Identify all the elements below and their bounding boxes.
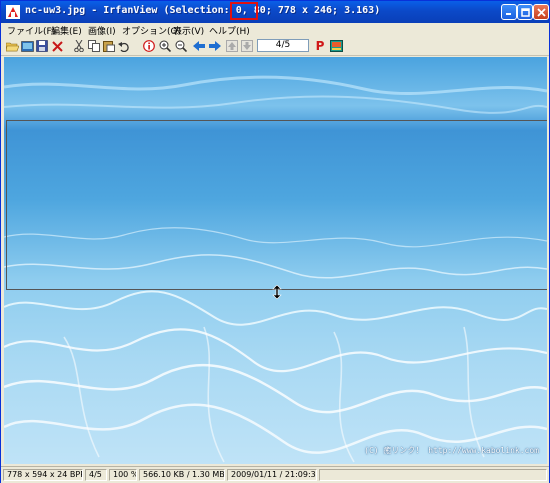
paint-icon[interactable] — [329, 39, 343, 53]
next-icon[interactable] — [208, 39, 222, 53]
first-icon[interactable] — [225, 39, 239, 53]
toolbar: 4/5 P — [1, 37, 549, 56]
menu-view[interactable]: 表示(V) — [173, 24, 204, 37]
cut-icon[interactable] — [72, 39, 86, 53]
image-watermark: (C) 癒リンク！ http://www.kabolink.com — [364, 446, 539, 455]
save-icon[interactable] — [35, 39, 49, 53]
print-icon[interactable]: P — [313, 39, 327, 53]
status-zoom: 100 % — [109, 469, 137, 481]
title-bar[interactable]: nc-uw3.jpg - IrfanView (Selection: 0, 80… — [1, 1, 549, 23]
info-icon[interactable] — [142, 39, 156, 53]
status-page: 4/5 — [85, 469, 107, 481]
maximize-button[interactable] — [517, 4, 533, 20]
open-folder-icon[interactable] — [5, 39, 19, 53]
irfanview-window: nc-uw3.jpg - IrfanView (Selection: 0, 80… — [0, 0, 550, 483]
undo-icon[interactable] — [117, 39, 131, 53]
menu-edit[interactable]: 編集(E) — [51, 24, 82, 37]
irfanview-app-icon[interactable] — [5, 4, 21, 20]
delete-icon[interactable] — [50, 39, 64, 53]
paste-icon[interactable] — [102, 39, 116, 53]
menu-bar: ファイル(F) 編集(E) 画像(I) オプション(O) 表示(V) ヘルプ(H… — [1, 23, 549, 37]
menu-file[interactable]: ファイル(F) — [7, 24, 55, 37]
status-empty-cell — [319, 469, 547, 481]
status-dimensions: 778 x 594 x 24 BPP — [3, 469, 83, 481]
selection-rectangle[interactable] — [6, 120, 547, 290]
last-icon[interactable] — [240, 39, 254, 53]
status-file-size: 566.10 KB / 1.30 MB — [139, 469, 225, 481]
minimize-button[interactable] — [501, 4, 517, 20]
status-bar: 778 x 594 x 24 BPP 4/5 100 % 566.10 KB /… — [1, 466, 549, 483]
zoom-in-icon[interactable] — [158, 39, 172, 53]
vertical-resize-cursor-icon — [272, 285, 282, 299]
selection-height-highlight — [230, 2, 258, 20]
close-button[interactable] — [533, 4, 549, 20]
menu-image[interactable]: 画像(I) — [88, 24, 116, 37]
menu-help[interactable]: ヘルプ(H) — [209, 24, 250, 37]
image-viewport[interactable]: (C) 癒リンク！ http://www.kabolink.com — [4, 57, 547, 464]
zoom-out-icon[interactable] — [174, 39, 188, 53]
previous-icon[interactable] — [192, 39, 206, 53]
window-title: nc-uw3.jpg - IrfanView (Selection: 0, 80… — [25, 5, 381, 16]
page-number-field[interactable]: 4/5 — [257, 39, 309, 52]
status-datetime: 2009/01/11 / 21:09:35 — [227, 469, 317, 481]
copy-icon[interactable] — [87, 39, 101, 53]
slideshow-icon[interactable] — [20, 39, 34, 53]
